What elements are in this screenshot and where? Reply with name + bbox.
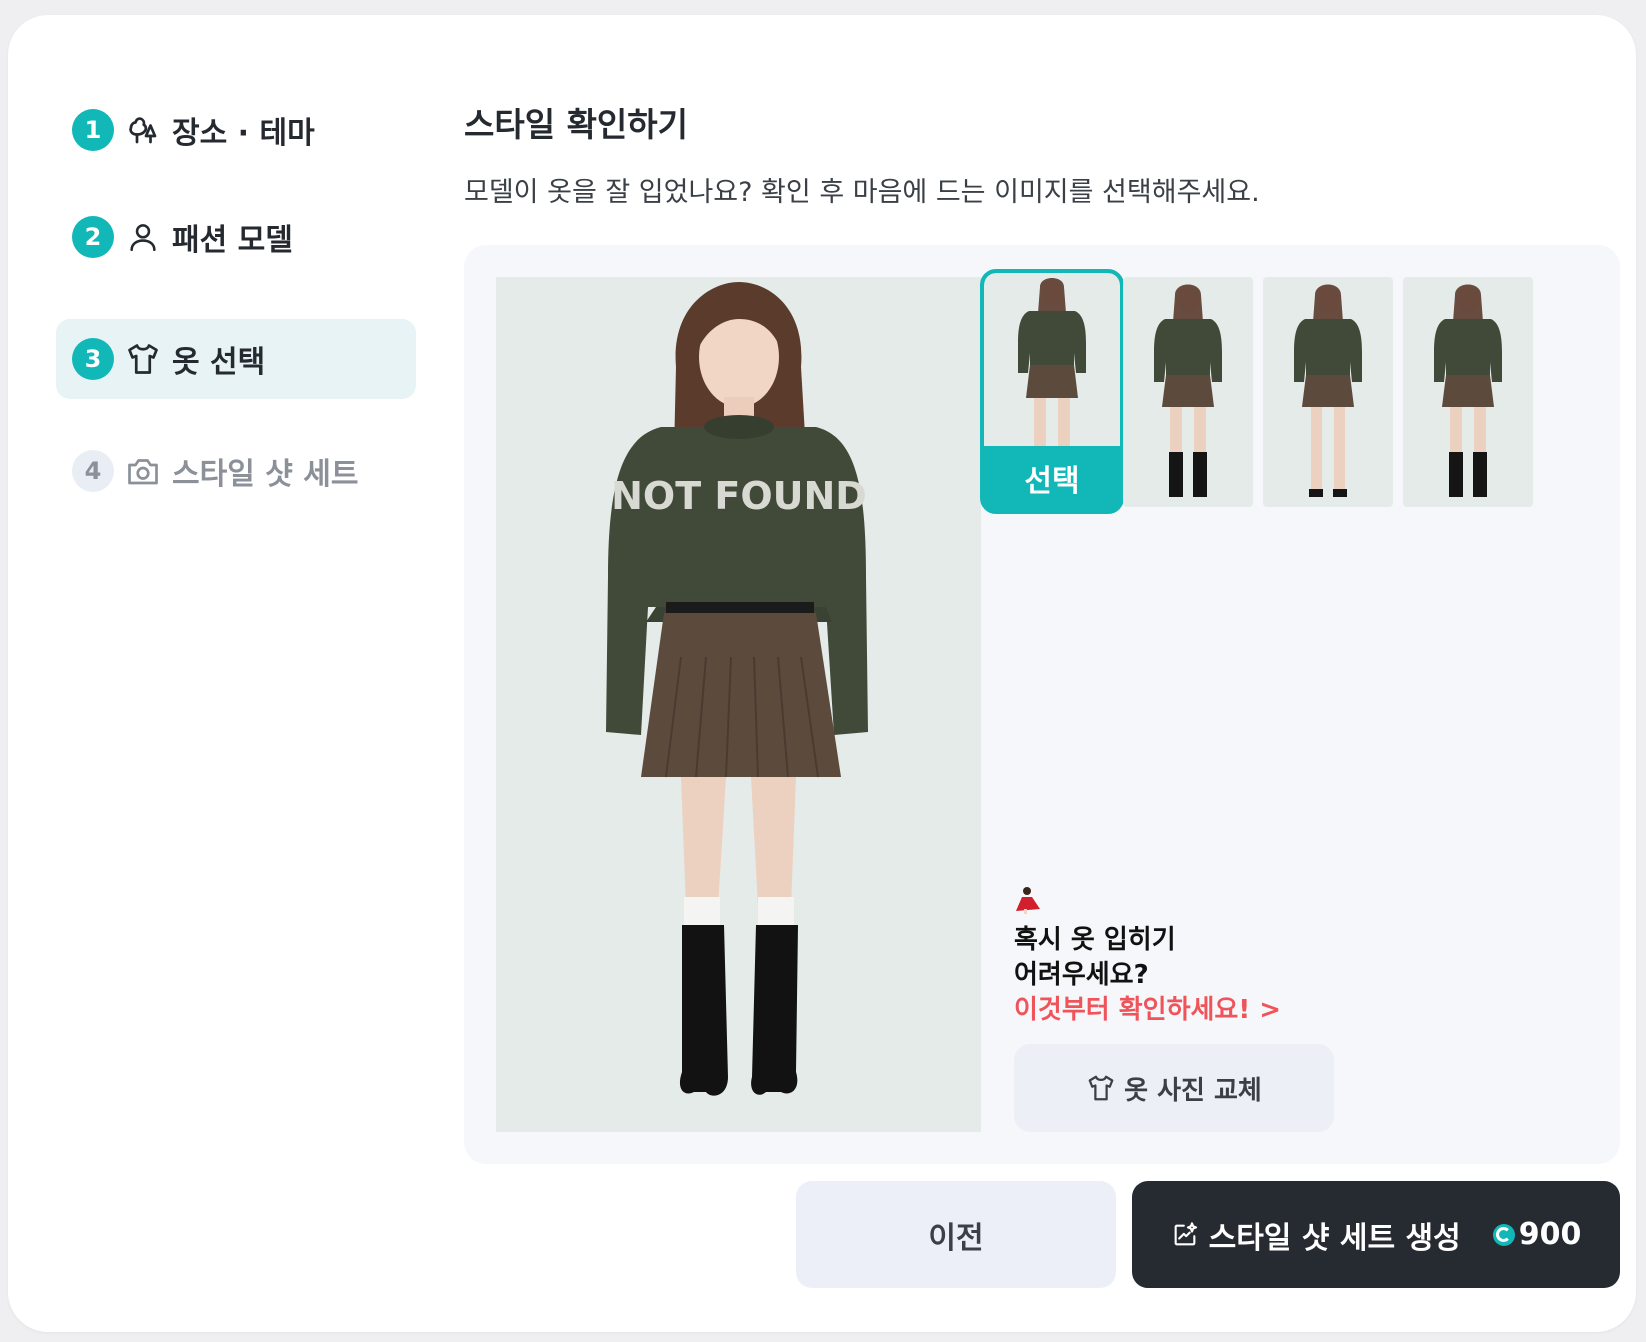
step-clothes-select[interactable]: 3 옷 선택 xyxy=(56,319,416,399)
thumbnail-3[interactable] xyxy=(1263,277,1393,507)
generate-label: 스타일 샷 세트 생성 xyxy=(1208,1220,1461,1256)
thumbnail-4[interactable] xyxy=(1403,277,1533,507)
thumbnail-2[interactable] xyxy=(1123,277,1253,507)
step-fashion-model[interactable]: 2 패션 모델 xyxy=(56,197,416,277)
preview-panel: NOT FOUND 선택 혹시 옷 입히기 어려우세요? 이것부터 확인하세요!… xyxy=(464,245,1620,1164)
step-location-theme[interactable]: 1 장소 · 테마 xyxy=(56,90,416,170)
credit-cost-value: 900 xyxy=(1518,1217,1582,1252)
step-number: 4 xyxy=(72,450,114,492)
camera-icon xyxy=(124,452,162,490)
shirt-icon xyxy=(1088,1075,1114,1101)
generate-style-shot-button[interactable]: 스타일 샷 세트 생성 900 xyxy=(1132,1181,1620,1288)
replace-clothes-label: 옷 사진 교체 xyxy=(1124,1075,1262,1106)
replace-clothes-photo-button[interactable]: 옷 사진 교체 xyxy=(1014,1044,1334,1132)
shirt-icon xyxy=(124,340,162,378)
dancer-emoji xyxy=(1012,885,1042,915)
main-model-photo: NOT FOUND xyxy=(496,277,981,1132)
credit-coin-icon xyxy=(1492,1223,1515,1246)
thumbnail-1[interactable]: 선택 xyxy=(980,269,1124,514)
help-guide-link[interactable]: 이것부터 확인하세요! > xyxy=(1014,989,1281,1026)
sweater-text: NOT FOUND xyxy=(611,474,867,518)
page-title: 스타일 확인하기 xyxy=(464,105,689,144)
step-number: 2 xyxy=(72,216,114,258)
step-label: 장소 · 테마 xyxy=(172,116,315,151)
step-style-shot-set: 4 스타일 샷 세트 xyxy=(56,431,416,511)
step-number: 3 xyxy=(72,338,114,380)
trees-icon xyxy=(124,111,162,149)
help-text-line2: 어려우세요? xyxy=(1014,960,1149,990)
magic-edit-icon xyxy=(1171,1221,1199,1249)
credit-cost: 900 xyxy=(1492,1217,1582,1252)
previous-label: 이전 xyxy=(928,1220,984,1256)
step-number: 1 xyxy=(72,109,114,151)
step-label: 스타일 샷 세트 xyxy=(172,457,359,492)
help-text-line1: 혹시 옷 입히기 xyxy=(1014,925,1176,955)
page-subtitle: 모델이 옷을 잘 입었나요? 확인 후 마음에 드는 이미지를 선택해주세요. xyxy=(464,177,1260,208)
step-label: 옷 선택 xyxy=(172,345,266,380)
person-icon xyxy=(124,218,162,256)
step-label: 패션 모델 xyxy=(172,223,293,258)
previous-button[interactable]: 이전 xyxy=(796,1181,1116,1288)
selected-label: 선택 xyxy=(1024,464,1080,499)
